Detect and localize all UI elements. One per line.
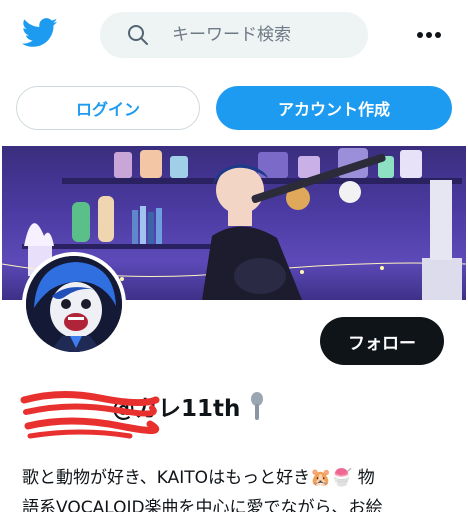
search-box[interactable]	[100, 12, 368, 58]
follow-button[interactable]: フォロー	[320, 317, 444, 365]
profile-avatar[interactable]	[22, 252, 126, 356]
redaction-scribble	[20, 390, 160, 439]
login-button[interactable]: ログイン	[16, 86, 200, 130]
profile-page: ログイン アカウント作成	[0, 0, 468, 512]
pin-icon	[251, 392, 263, 420]
bio-line: 語系VOCALOID楽曲を中心に愛でながら、お絵	[22, 498, 383, 512]
more-dots-icon[interactable]	[414, 25, 444, 45]
search-input[interactable]	[172, 20, 352, 50]
top-bar	[0, 0, 468, 70]
avatar-image	[26, 256, 122, 352]
search-icon	[128, 25, 148, 45]
twitter-bird-icon[interactable]	[22, 18, 58, 48]
bio-line: 歌と動物が好き、KAITOはもっと好き🐹🍧 物	[22, 468, 375, 488]
create-account-button[interactable]: アカウント作成	[216, 86, 452, 130]
profile-bio: 歌と動物が好き、KAITOはもっと好き🐹🍧 物 語系VOCALOID楽曲を中心に…	[22, 463, 442, 512]
